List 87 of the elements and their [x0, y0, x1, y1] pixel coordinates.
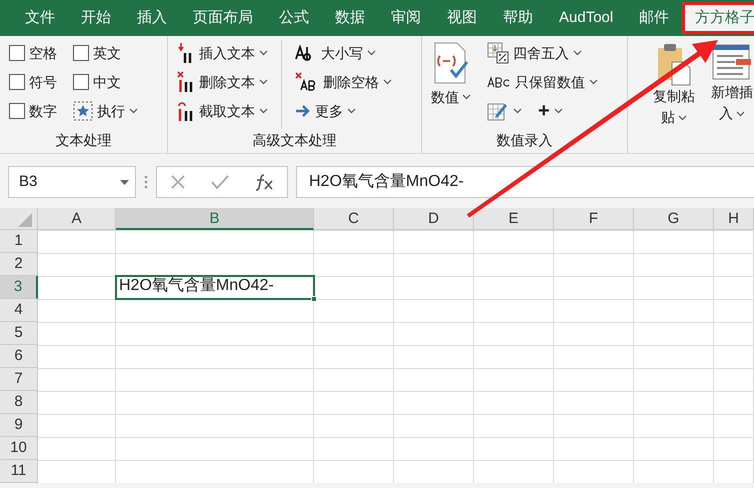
- ribbon-button[interactable]: +: [535, 98, 566, 124]
- ribbon-button[interactable]: 数值: [428, 40, 474, 112]
- caret-icon: [259, 108, 268, 114]
- caret-icon: [347, 108, 356, 114]
- ribbon-tab[interactable]: 开始: [68, 2, 124, 34]
- ribbon-button[interactable]: 更多: [292, 98, 395, 124]
- row-header[interactable]: 4: [0, 299, 38, 322]
- row-header[interactable]: 6: [0, 345, 38, 368]
- ribbon-button[interactable]: 执行: [70, 98, 141, 124]
- column-header[interactable]: C: [314, 208, 394, 230]
- ribbon-button[interactable]: 只保留数值: [484, 69, 601, 95]
- right-arrow-icon: [295, 104, 311, 118]
- checkbox-label: 英文: [93, 44, 121, 62]
- caret-icon: [367, 50, 376, 56]
- row-header[interactable]: 2: [0, 253, 38, 276]
- ribbon-tab[interactable]: 方方格子: [682, 2, 754, 34]
- checkbox[interactable]: [73, 74, 89, 90]
- row-header[interactable]: 8: [0, 391, 38, 414]
- check-icon: [210, 174, 229, 190]
- caret-icon: [736, 110, 745, 116]
- name-box[interactable]: B3: [8, 166, 136, 198]
- table-pencil-icon: [487, 101, 509, 121]
- ribbon-tab[interactable]: 数据: [322, 2, 378, 34]
- cancel-icon: [170, 174, 186, 190]
- select-all-icon: [18, 213, 32, 227]
- checkbox[interactable]: [9, 45, 25, 61]
- column-header[interactable]: E: [474, 208, 554, 230]
- ribbon-button[interactable]: 截取文本: [174, 98, 271, 124]
- caret-icon: [678, 114, 687, 120]
- ribbon-button[interactable]: 插入文本: [174, 40, 271, 66]
- row-header[interactable]: 10: [0, 437, 38, 460]
- table-percent-icon: [487, 42, 509, 64]
- column-header[interactable]: A: [38, 208, 116, 230]
- ribbon-button[interactable]: 新增插 入: [708, 40, 754, 126]
- caret-icon: [259, 79, 268, 85]
- ribbon-tab[interactable]: 视图: [434, 2, 490, 34]
- row-header[interactable]: 11: [0, 460, 38, 483]
- group-label: 高级文本处理: [252, 131, 338, 150]
- ribbon-tab[interactable]: 页面布局: [180, 2, 266, 34]
- ribbon-tab[interactable]: 公式: [266, 2, 322, 34]
- ribbon-tab[interactable]: AudTool: [546, 2, 626, 34]
- column-header[interactable]: D: [394, 208, 474, 230]
- checkbox-label: 空格: [29, 44, 57, 62]
- group-label: 文本处理: [54, 131, 112, 150]
- caret-icon: [513, 108, 522, 114]
- ribbon-tab[interactable]: 帮助: [490, 2, 546, 34]
- grip-icon: [144, 174, 148, 190]
- extract-text-icon: [177, 100, 195, 122]
- checkbox-label: 符号: [29, 72, 57, 92]
- delete-text-icon: [177, 71, 195, 93]
- row-header[interactable]: 5: [0, 322, 38, 345]
- caret-icon: [259, 50, 268, 56]
- checkbox[interactable]: [9, 103, 25, 119]
- ribbon-button[interactable]: 删除空格: [292, 69, 395, 95]
- column-header[interactable]: F: [554, 208, 634, 230]
- checkbox-label: 数字: [29, 102, 57, 120]
- fill-handle[interactable]: [311, 296, 317, 302]
- caret-icon: [383, 79, 392, 85]
- column-header[interactable]: G: [634, 208, 714, 230]
- ribbon-tab[interactable]: 邮件: [626, 2, 682, 34]
- caret-icon: [462, 94, 471, 100]
- column-header[interactable]: H: [714, 208, 754, 230]
- ribbon-tab[interactable]: 审阅: [378, 2, 434, 34]
- column-header[interactable]: B: [116, 208, 314, 230]
- ribbon-button[interactable]: 删除文本: [174, 69, 271, 95]
- ribbon-tab[interactable]: 文件: [12, 2, 68, 34]
- row-header[interactable]: 9: [0, 414, 38, 437]
- dropdown-icon: [120, 180, 129, 184]
- caret-icon: [589, 79, 598, 85]
- document-check-icon: [433, 42, 469, 84]
- table-cell: H2O氧气含量MnO42-: [116, 276, 314, 299]
- abc-icon: [487, 76, 511, 88]
- checkbox[interactable]: [9, 74, 25, 90]
- function-icon: [254, 173, 274, 191]
- group-label: 数值录入: [496, 131, 554, 150]
- ribbon-tab[interactable]: 插入: [124, 2, 180, 34]
- ribbon-button[interactable]: 大小写: [292, 40, 395, 66]
- caret-icon: [573, 50, 582, 56]
- caret-icon: [554, 108, 563, 114]
- ribbon-button[interactable]: 四舍五入: [484, 40, 601, 66]
- row-header[interactable]: 3: [0, 276, 38, 299]
- caret-icon: [129, 108, 138, 114]
- checkbox-label: 中文: [93, 72, 121, 92]
- checkbox[interactable]: [73, 45, 89, 61]
- row-header[interactable]: 7: [0, 368, 38, 391]
- row-header[interactable]: 1: [0, 230, 38, 253]
- formula-field[interactable]: H2O氧气含量MnO42-: [296, 166, 754, 198]
